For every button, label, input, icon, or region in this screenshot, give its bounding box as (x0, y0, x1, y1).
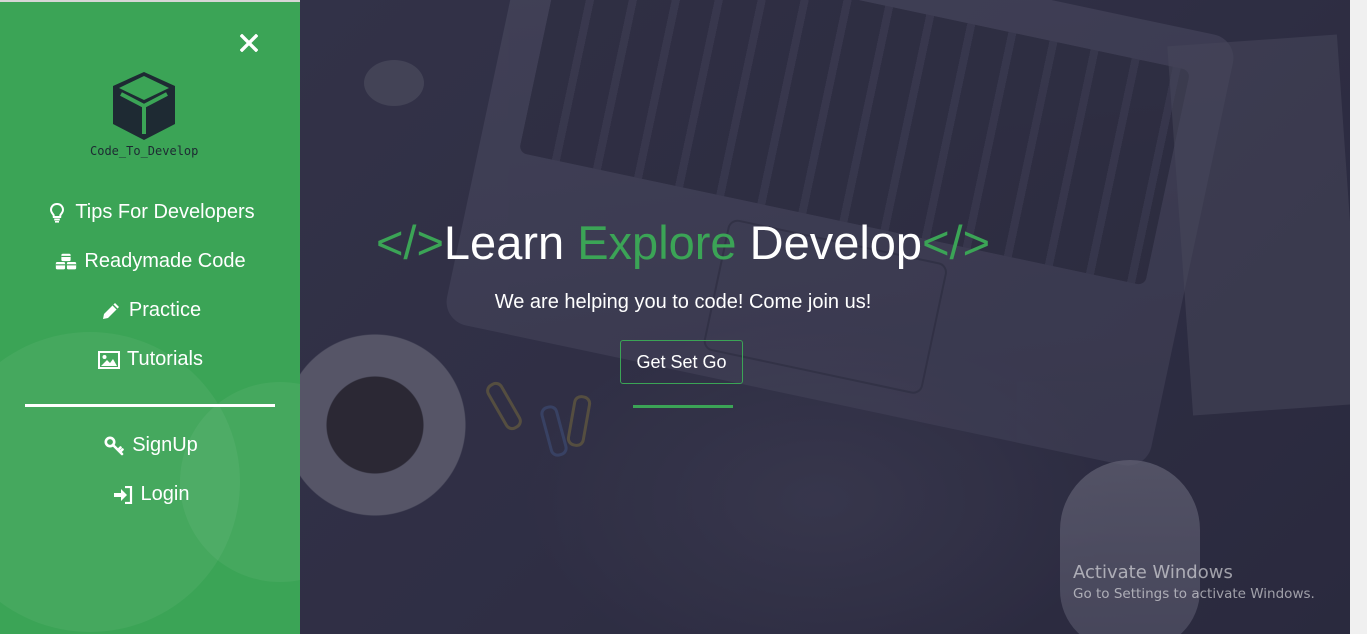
cubes-icon (54, 250, 78, 274)
headline-word-learn: Learn (443, 216, 565, 269)
nav-item-label: Readymade Code (84, 250, 246, 272)
nav-item-readymade-code[interactable]: Readymade Code (0, 237, 300, 286)
watermark-subtitle: Go to Settings to activate Windows. (1073, 586, 1315, 602)
browser-scrollbar[interactable] (1350, 0, 1367, 634)
key-icon (102, 434, 126, 458)
get-set-go-button[interactable]: Get Set Go (620, 340, 743, 384)
page: </>Learn Explore Develop</> We are helpi… (0, 0, 1367, 634)
lightbulb-icon (45, 201, 69, 225)
windows-activation-watermark: Activate Windows Go to Settings to activ… (1073, 562, 1315, 602)
hero-content: </>Learn Explore Develop</> We are helpi… (300, 0, 1066, 634)
nav-item-tips-for-developers[interactable]: Tips For Developers (0, 188, 300, 237)
watermark-title: Activate Windows (1073, 562, 1233, 583)
sidebar-divider (25, 404, 275, 407)
nav-item-label: Tutorials (127, 348, 203, 370)
logo[interactable]: Code_To_Develop (90, 70, 198, 166)
nav-item-label: SignUp (132, 434, 198, 456)
cube-logo-icon (113, 72, 175, 140)
nav-item-practice[interactable]: Practice (0, 286, 300, 335)
cta-underline (633, 405, 733, 408)
sign-in-icon (111, 483, 135, 507)
sidebar-nav: Tips For Developers Readymade Code Pract… (0, 188, 300, 384)
headline-word-explore: Explore (577, 216, 737, 269)
nav-item-label: Login (140, 483, 190, 505)
headline-word-develop: Develop (749, 216, 923, 269)
nav-item-tutorials[interactable]: Tutorials (0, 335, 300, 384)
account-nav: SignUp Login (0, 421, 300, 519)
open-code-tag: </> (375, 216, 444, 269)
close-icon[interactable] (232, 26, 266, 60)
nav-item-login[interactable]: Login (0, 470, 300, 519)
nav-item-label: Tips For Developers (75, 201, 255, 223)
hero-subtitle: We are helping you to code! Come join us… (494, 291, 872, 313)
pencil-icon (99, 299, 123, 323)
hero-headline: </>Learn Explore Develop</> (300, 215, 1066, 270)
nav-item-label: Practice (128, 299, 202, 321)
sidebar: Code_To_Develop Tips For Developers Read… (0, 2, 300, 634)
image-icon (97, 348, 121, 372)
nav-item-signup[interactable]: SignUp (0, 421, 300, 470)
logo-text: Code_To_Develop (90, 144, 199, 158)
close-code-tag: </> (922, 216, 991, 269)
